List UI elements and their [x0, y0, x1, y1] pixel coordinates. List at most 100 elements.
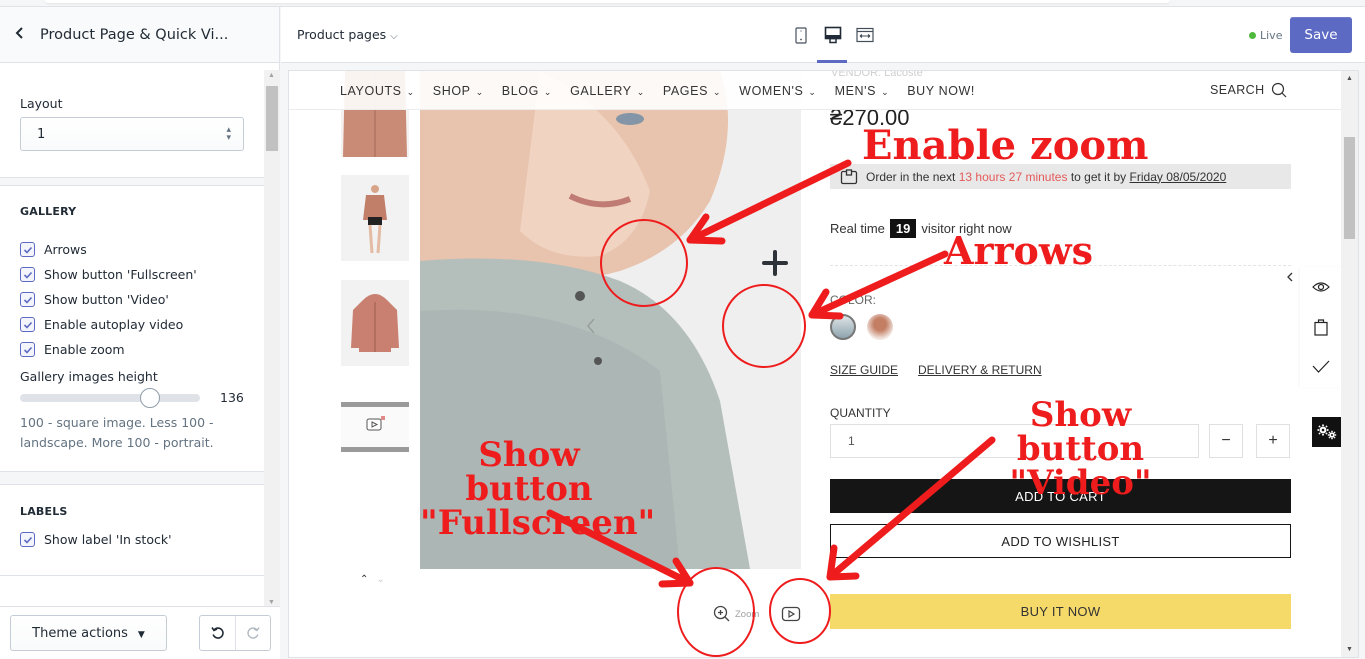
- store-search[interactable]: SEARCH: [1210, 82, 1287, 98]
- countdown-time: 13 hours 27 minutes: [958, 169, 1068, 184]
- visitors-prefix: Real time: [830, 221, 885, 236]
- enable-zoom-icon[interactable]: [755, 243, 795, 283]
- layout-label: Layout: [20, 96, 63, 111]
- nav-item-women-s[interactable]: WOMEN'S: [739, 84, 803, 98]
- slider-value: 136: [220, 390, 244, 405]
- chevron-down-icon: ⌄: [475, 87, 484, 97]
- annotation-line: Show button: [1016, 395, 1145, 469]
- floating-toolbar: [1300, 267, 1342, 387]
- page-type-select[interactable]: Product pages ⌵: [297, 27, 398, 42]
- chevron-left-icon: [15, 27, 23, 39]
- quantity-increase-button[interactable]: +: [1256, 424, 1290, 458]
- buy-it-now-button[interactable]: BUY IT NOW: [830, 594, 1291, 629]
- nav-item-pages[interactable]: PAGES: [663, 84, 708, 98]
- quantity-decrease-button[interactable]: −: [1209, 424, 1243, 458]
- checkbox-label: Show button 'Video': [44, 292, 169, 307]
- fullscreen-zoom-button[interactable]: Zoom: [713, 605, 759, 623]
- slider-thumb[interactable]: [139, 387, 160, 408]
- color-swatch-grey[interactable]: [830, 314, 856, 340]
- theme-editor-sidebar: Product Page & Quick Vi... Layout 1 ▴ ▾ G…: [0, 7, 280, 659]
- nav-item-gallery[interactable]: GALLERY: [570, 84, 632, 98]
- checkbox-checked-icon[interactable]: [20, 267, 35, 282]
- checkbox-in-stock[interactable]: Show label 'In stock': [20, 522, 244, 557]
- size-guide-link[interactable]: SIZE GUIDE: [830, 363, 898, 377]
- checkbox-label: Show label 'In stock': [44, 532, 172, 547]
- gallery-thumbnail[interactable]: [341, 280, 409, 366]
- chevron-down-icon: ⌄: [406, 87, 415, 97]
- caret-down-icon: ▼: [137, 629, 145, 640]
- gallery-thumbnail[interactable]: [341, 175, 409, 261]
- annotation-show-video: Show button "Video": [968, 398, 1193, 500]
- nav-item-shop[interactable]: SHOP: [433, 84, 471, 98]
- layout-select-value: 1: [37, 126, 46, 142]
- checkmark-button[interactable]: [1300, 347, 1342, 387]
- quick-view-button[interactable]: [1300, 267, 1342, 307]
- chevron-down-icon: ⌄: [636, 87, 645, 97]
- redo-button[interactable]: [235, 616, 270, 650]
- gallery-options: Arrows Show button 'Fullscreen' Show but…: [20, 232, 244, 367]
- product-links: SIZE GUIDE DELIVERY & RETURN: [830, 363, 1042, 377]
- mobile-icon: [795, 26, 807, 44]
- scroll-down-arrow-icon[interactable]: ▼: [1346, 646, 1353, 653]
- nav-item-group[interactable]: WOMEN'S ⌄: [739, 84, 816, 98]
- scroll-up-arrow-icon[interactable]: ▲: [268, 72, 275, 79]
- thumbnail-up-arrow-icon[interactable]: ⌃: [360, 574, 368, 585]
- back-button[interactable]: [14, 24, 40, 45]
- save-button[interactable]: Save: [1290, 17, 1352, 53]
- checkbox-checked-icon[interactable]: [20, 292, 35, 307]
- gallery-prev-arrow[interactable]: [576, 311, 606, 341]
- live-label: Live: [1260, 29, 1283, 42]
- sidebar-scrollbar[interactable]: ▲ ▼: [264, 70, 280, 608]
- nav-item-group[interactable]: GALLERY ⌄: [570, 84, 645, 98]
- store-preview: VENDOR: Lacoste LAYOUTS ⌄ SHOP ⌄ BLOG ⌄ GALLER…: [289, 71, 1358, 657]
- checkbox-checked-icon[interactable]: [20, 532, 35, 547]
- gallery-height-label: Gallery images height: [20, 369, 158, 384]
- nav-item-buy-now[interactable]: BUY NOW!: [907, 84, 975, 98]
- nav-item-layouts[interactable]: LAYOUTS: [340, 84, 402, 98]
- nav-item-group[interactable]: SHOP ⌄: [433, 84, 484, 98]
- layout-select[interactable]: 1 ▴ ▾: [20, 117, 244, 151]
- undo-button[interactable]: [200, 616, 235, 650]
- device-mobile-button[interactable]: [791, 23, 811, 47]
- device-fullwidth-button[interactable]: [855, 23, 875, 47]
- color-swatch-pink[interactable]: [867, 314, 893, 340]
- quantity-label: QUANTITY: [830, 406, 891, 420]
- nav-item-blog[interactable]: BLOG: [502, 84, 539, 98]
- video-thumbnail-image: [341, 407, 409, 447]
- theme-actions-button[interactable]: Theme actions ▼: [10, 615, 167, 651]
- checkbox-enable-zoom[interactable]: Enable zoom: [20, 332, 244, 367]
- nav-item-group[interactable]: MEN'S ⌄: [835, 84, 890, 98]
- device-desktop-button[interactable]: [817, 23, 847, 63]
- nav-item-group[interactable]: LAYOUTS ⌄: [340, 84, 415, 98]
- cart-bag-button[interactable]: [1300, 307, 1342, 347]
- thumbnail-down-arrow-icon[interactable]: ⌄: [376, 574, 384, 585]
- checkbox-checked-icon[interactable]: [20, 317, 35, 332]
- video-button[interactable]: [781, 606, 801, 627]
- slider-track[interactable]: [20, 387, 200, 408]
- nav-item-group[interactable]: BLOG ⌄: [502, 84, 552, 98]
- checkbox-checked-icon[interactable]: [20, 342, 35, 357]
- store-nav-items: LAYOUTS ⌄ SHOP ⌄ BLOG ⌄ GALLERY ⌄ PAGES ⌄ WOMEN'S ⌄…: [340, 84, 975, 98]
- sidebar-scroll-area: Layout 1 ▴ ▾ GALLERY Arrows Show button '…: [0, 70, 264, 608]
- checkbox-label: Enable autoplay video: [44, 317, 184, 332]
- model-thumbnail-image: [341, 175, 409, 261]
- sidebar-header: Product Page & Quick Vi...: [0, 7, 279, 63]
- nav-item-men-s[interactable]: MEN'S: [835, 84, 877, 98]
- live-status: Live: [1249, 29, 1282, 42]
- floating-toolbar-toggle[interactable]: [1280, 267, 1300, 287]
- video-thumbnail[interactable]: [341, 402, 409, 452]
- store-nav: LAYOUTS ⌄ SHOP ⌄ BLOG ⌄ GALLERY ⌄ PAGES ⌄ WOMEN'S ⌄…: [289, 71, 1341, 110]
- scrollbar-thumb[interactable]: [1344, 137, 1355, 239]
- nav-item-group[interactable]: PAGES ⌄: [663, 84, 721, 98]
- product-vendor: VENDOR: Lacoste: [831, 71, 923, 79]
- settings-gears-button[interactable]: [1312, 417, 1342, 447]
- scroll-down-arrow-icon[interactable]: ▼: [268, 599, 275, 606]
- scroll-up-arrow-icon[interactable]: ▲: [1346, 75, 1353, 82]
- preview-scrollbar[interactable]: ▲ ▼: [1341, 71, 1358, 657]
- gears-icon: [1317, 424, 1337, 440]
- chevron-down-icon: ⌄: [881, 87, 890, 97]
- delivery-return-link[interactable]: DELIVERY & RETURN: [918, 363, 1042, 377]
- checkbox-checked-icon[interactable]: [20, 242, 35, 257]
- scrollbar-thumb[interactable]: [266, 86, 278, 151]
- add-to-wishlist-button[interactable]: ADD TO WISHLIST: [830, 524, 1291, 558]
